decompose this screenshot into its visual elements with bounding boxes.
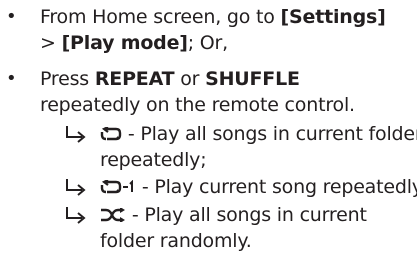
text: repeatedly on the remote control.: [40, 94, 355, 116]
bullet-line: > [Play mode]; Or,: [40, 30, 228, 56]
repeat-key-label: REPEAT: [94, 68, 175, 90]
bullet-line: Press REPEAT or SHUFFLE: [40, 66, 300, 92]
bullet-line: repeatedly on the remote control.: [40, 92, 355, 118]
text: >: [40, 32, 62, 54]
instruction-section: • From Home screen, go to [Settings] > […: [0, 0, 417, 260]
shuffle-icon: [100, 202, 126, 228]
arrow-right-hook-icon: [64, 121, 88, 147]
sub-line: - Play all songs in current folder: [100, 121, 417, 147]
text: - Play all songs in current folder: [122, 123, 417, 145]
text: folder randomly.: [100, 230, 252, 252]
sub-line: - Play current song repeatedly;: [100, 174, 417, 200]
bullet-dot: •: [6, 6, 17, 27]
arrow-right-hook-icon: [64, 174, 88, 200]
text: - Play current song repeatedly;: [136, 176, 417, 198]
text: From Home screen, go to: [40, 6, 281, 28]
repeat-one-icon: [100, 174, 136, 200]
sub-line: folder randomly.: [100, 228, 252, 254]
settings-label: [Settings]: [280, 6, 386, 28]
shuffle-key-label: SHUFFLE: [205, 68, 300, 90]
arrow-right-hook-icon: [64, 202, 88, 228]
repeat-all-icon: [100, 121, 122, 147]
bullet-dot: •: [6, 68, 17, 89]
text: ; Or,: [187, 32, 228, 54]
text: or: [174, 68, 206, 90]
text: repeatedly;: [100, 149, 207, 171]
sub-line: - Play all songs in current: [100, 202, 367, 228]
bullet-line: From Home screen, go to [Settings]: [40, 4, 386, 30]
text: Press: [40, 68, 95, 90]
text: - Play all songs in current: [126, 204, 367, 226]
sub-line: repeatedly;: [100, 147, 207, 173]
play-mode-label: [Play mode]: [61, 32, 188, 54]
